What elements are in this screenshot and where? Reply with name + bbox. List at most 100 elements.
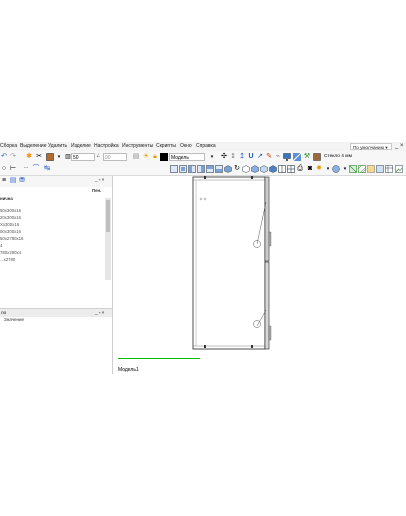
dropdown-arrow-icon[interactable]: ▾ xyxy=(324,165,332,173)
step-field[interactable]: 50 xyxy=(71,153,95,161)
menu-item-settings[interactable]: Настройка xyxy=(94,142,119,151)
cube-solid-icon[interactable] xyxy=(251,165,259,173)
pattern-icon[interactable] xyxy=(292,152,302,162)
dots-grid-icon[interactable]: ⁞⁞ xyxy=(229,153,237,161)
properties-panel: Значение xyxy=(0,316,112,374)
arc-icon[interactable]: ⌒ xyxy=(32,165,40,173)
cut-icon[interactable]: ✂ xyxy=(35,153,43,161)
lower-handle[interactable] xyxy=(268,325,272,341)
circle-icon[interactable]: ○ xyxy=(0,165,8,173)
measure-icon[interactable]: ⊢ xyxy=(9,165,17,173)
view-right-icon[interactable] xyxy=(197,165,205,173)
tree-row[interactable]: 50x2780x16 xyxy=(0,236,23,241)
lightbulb-icon[interactable]: ☀ xyxy=(142,153,150,161)
tree-row[interactable]: 50x300x16 xyxy=(0,208,21,213)
list-view-icon[interactable]: ≡ xyxy=(0,177,8,185)
tree-row[interactable]: 780x290x4 xyxy=(0,250,21,255)
clip-icon[interactable]: ⌁ xyxy=(274,153,282,161)
menu-item-delete[interactable]: Удалить xyxy=(48,142,67,151)
tree-root-label[interactable]: нична xyxy=(0,196,13,201)
wrench-icon[interactable]: ⚒ xyxy=(303,153,311,161)
layer-select-value: Модель xyxy=(171,155,189,161)
dropdown-arrow-icon[interactable]: ▾ xyxy=(55,153,63,161)
tree-row[interactable]: 00x300x16 xyxy=(0,229,21,234)
undo-icon[interactable]: ↶ xyxy=(0,153,8,161)
magnet-icon[interactable]: U xyxy=(247,153,255,161)
tree-row[interactable]: ...x2780 xyxy=(0,257,15,262)
cube-wire-icon[interactable] xyxy=(260,165,268,173)
line-icon[interactable]: ↗ xyxy=(256,153,264,161)
minimize-button[interactable]: _ xyxy=(395,142,398,151)
view-quad-icon[interactable] xyxy=(287,165,295,173)
menu-bar: Сборка Выделение Удалить Изделие Настрой… xyxy=(0,142,406,151)
preset-select[interactable]: По умолчанию ▾ xyxy=(350,143,392,150)
filter-icon[interactable]: ⛃ xyxy=(18,177,26,185)
monitor-icon[interactable] xyxy=(283,153,291,161)
cube-icon[interactable] xyxy=(242,165,250,173)
camera-icon[interactable]: ◙ xyxy=(306,165,314,173)
view-iso-icon[interactable] xyxy=(224,165,232,173)
material-icon[interactable] xyxy=(313,153,321,161)
table-icon[interactable] xyxy=(385,165,393,173)
dashed-line-icon[interactable]: ┄ xyxy=(22,165,30,173)
cube-shaded-icon[interactable] xyxy=(269,165,277,173)
wireframe-mode-icon[interactable] xyxy=(349,165,357,173)
menu-item-help[interactable]: Справка xyxy=(196,142,216,151)
document-icon[interactable]: ▤ xyxy=(9,177,17,185)
tree-row[interactable]: 4 xyxy=(0,243,2,248)
model-tab[interactable]: Модель1 xyxy=(118,367,139,373)
tree-scrollbar-thumb[interactable] xyxy=(106,200,110,232)
close-button[interactable]: × xyxy=(400,142,404,151)
model-viewport[interactable] xyxy=(113,176,406,374)
menu-item-scripts[interactable]: Скрипты xyxy=(156,142,176,151)
layer-select[interactable]: Модель xyxy=(169,153,205,161)
step-field-value: 50 xyxy=(73,155,79,161)
menu-item-product[interactable]: Изделие xyxy=(71,142,91,151)
pencil-icon[interactable]: ✎ xyxy=(265,153,273,161)
menu-item-assembly[interactable]: Сборка xyxy=(0,142,17,151)
angle-field-value: 90 xyxy=(105,155,111,161)
rotate-icon[interactable]: ↻ xyxy=(233,165,241,173)
axis-indicator-line xyxy=(118,358,200,359)
image-icon[interactable] xyxy=(395,165,403,173)
angle-field[interactable]: 90 xyxy=(103,153,127,161)
view-top-icon[interactable] xyxy=(206,165,214,173)
texture-icon[interactable] xyxy=(367,165,375,173)
panel-icon[interactable] xyxy=(46,153,54,161)
layers-icon[interactable]: ▤ xyxy=(132,153,140,161)
left-dock: ≡ ▤ ⛃ _ ▫ × Пен. нична 50x300x16 20x300x… xyxy=(0,176,113,374)
layer-color-swatch[interactable] xyxy=(160,153,168,161)
edges-icon[interactable] xyxy=(376,165,384,173)
dropdown-arrow-icon[interactable]: ▾ xyxy=(208,153,216,161)
lower-door-panel[interactable] xyxy=(264,261,270,350)
material-label[interactable]: Стекло 4 мм xyxy=(324,153,352,161)
object-panel-controls[interactable]: _ ▫ × xyxy=(95,177,104,182)
tree-row[interactable]: 20x300x16 xyxy=(0,215,21,220)
hatch-icon[interactable] xyxy=(357,164,367,174)
view-toolbar: ○ ⊢ ┄ ⌒ ↹ ↻ ⎙ ◙ ✹ ▾ ▾ xyxy=(0,163,406,176)
view-back-icon[interactable] xyxy=(179,165,187,173)
menu-item-selection[interactable]: Выделение xyxy=(20,142,47,151)
star-icon[interactable]: ✱ xyxy=(25,153,33,161)
view-bottom-icon[interactable] xyxy=(215,165,223,173)
print-icon[interactable]: ⎙ xyxy=(296,165,304,173)
properties-column-header: Значение xyxy=(4,317,24,322)
view-left-icon[interactable] xyxy=(188,165,196,173)
lock-icon[interactable]: 🔒︎ xyxy=(151,153,159,161)
view-split-icon[interactable] xyxy=(278,165,286,173)
snap-icon[interactable]: ✣ xyxy=(220,153,228,161)
angle-icon: ∠ xyxy=(96,154,101,159)
dimension-icon[interactable]: ↥ xyxy=(238,153,246,161)
dimension-line-icon[interactable]: ↹ xyxy=(43,165,51,173)
sphere-icon[interactable] xyxy=(332,165,340,173)
tree-row[interactable]: Хx300x16 xyxy=(0,222,19,227)
menu-item-tools[interactable]: Инструменты xyxy=(122,142,153,151)
properties-panel-controls[interactable]: _ ▫ × xyxy=(95,310,104,315)
fastener-mark xyxy=(204,345,206,348)
light-icon[interactable]: ✹ xyxy=(315,165,323,173)
view-front-icon[interactable] xyxy=(170,165,178,173)
menu-item-window[interactable]: Окно xyxy=(180,142,192,151)
redo-icon[interactable]: ↷ xyxy=(9,153,17,161)
dropdown-arrow-icon[interactable]: ▾ xyxy=(341,165,349,173)
upper-handle[interactable] xyxy=(268,231,272,247)
